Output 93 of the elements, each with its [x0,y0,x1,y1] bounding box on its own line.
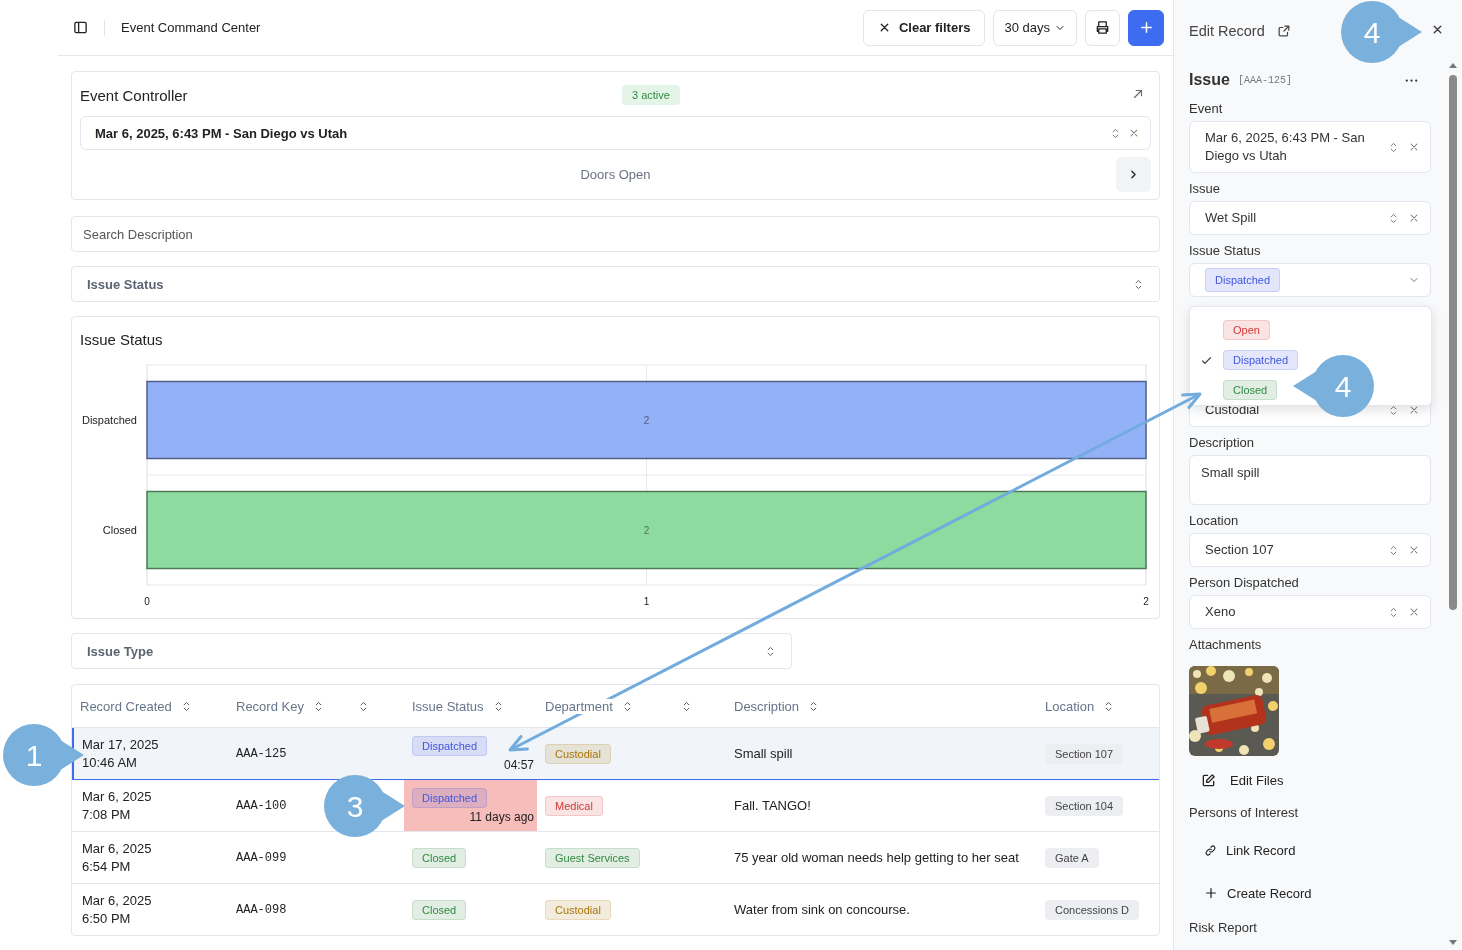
clear-icon [1128,127,1140,139]
record-key: [AAA-125] [1237,74,1292,86]
search-field[interactable]: Search Description [71,216,1160,252]
axis-tick-label: 0 [144,596,150,607]
text-area[interactable]: Small spill [1189,455,1431,505]
field-label: Persons of Interest [1189,805,1300,821]
date-range-button[interactable]: 30 days [993,9,1077,46]
select-field[interactable]: Dispatched [1189,263,1431,297]
callout-tooltip: 3 [323,774,405,838]
link-record-button[interactable]: Link Record [1189,832,1302,868]
card-title: Event Controller [80,86,189,104]
event-select[interactable]: Mar 6, 2025, 6:43 PM - San Diego vs Utah [80,116,1151,150]
table-cell-text: AAA-125 [235,745,288,763]
sidebar-toggle-icon[interactable] [73,20,88,35]
active-count: 3 active [622,85,680,105]
record-type: Issue [1189,71,1230,89]
column-header: Department [545,698,613,714]
location-tag: Section 107 [1045,743,1124,764]
chart-title: Issue Status [79,330,164,349]
clear-filters-button[interactable]: Clear filters [862,9,986,46]
field-label: Person Dispatched [1189,575,1300,591]
axis-tick-label: 2 [1143,596,1149,607]
table-cell-text: Water from sink on concourse. [733,901,911,919]
clear-icon [1408,212,1420,224]
panel-title: Edit Record [1189,23,1265,39]
select-field[interactable]: Xeno [1189,595,1431,629]
print-button[interactable] [1085,9,1120,46]
table-cell-text: Small spill [733,745,794,763]
field-label: Event [1189,101,1224,117]
create-record-button[interactable]: Create Record [1189,875,1318,911]
category-label: Dispatched [81,414,137,426]
callout-tooltip: 4 [1340,0,1422,64]
axis-tick-label: 1 [643,596,650,607]
table-cell-text: Mar 17, 2025 10:46 AM [81,735,160,772]
elapsed-time: 04:57 [503,759,534,771]
printer-icon [1095,20,1110,35]
clear-icon [1408,141,1420,153]
table-cell-text: AAA-099 [235,849,288,867]
select-field[interactable]: Mar 6, 2025, 6:43 PM - San Diego vs Utah [1189,121,1431,173]
status-badge: Dispatched [1205,268,1281,292]
link-icon [1204,843,1217,857]
field-label: Attachments [1189,637,1263,653]
field-label: Issue [1189,181,1222,197]
table-cell-text: Fall. TANGO! [733,797,812,815]
menu-option[interactable]: Open [1190,315,1274,345]
status-badge: Dispatched [412,788,488,808]
select-field[interactable]: Issue Status [71,266,1160,302]
category-label: Closed [102,524,137,536]
status-badge: Open [1223,320,1270,340]
plus-icon [1138,20,1154,35]
select-field[interactable]: Issue Type [71,633,792,669]
department-tag: Custodial [545,899,611,920]
department-tag: Custodial [545,743,611,764]
department-tag: Medical [545,795,603,816]
edit-icon [1201,772,1216,788]
select-field[interactable]: Section 107 [1189,533,1431,567]
table-cell-text: 75 year old woman needs help getting to her seat [733,849,1020,867]
add-button[interactable] [1128,9,1164,46]
table-row[interactable]: Mar 6, 2025 6:50 PM AAA-098 Closed Custodial Water from sink on concourse. Concessions D [72,883,1159,935]
clear-icon [1408,544,1420,556]
status-badge: Closed [1223,380,1278,400]
close-icon[interactable] [1431,23,1444,36]
department-tag: Guest Services [545,847,640,868]
status-badge: Closed [412,847,467,868]
event-phase: Doors Open [580,166,651,182]
location-tag: Concessions D [1045,899,1139,920]
field-label: Description [1189,435,1256,451]
callout-tooltip: 4 [1293,354,1375,418]
table-cell-text: Mar 6, 2025 6:54 PM [81,839,153,876]
clear-icon [1408,606,1420,618]
location-tag: Gate A [1045,847,1099,868]
callout-tooltip: 1 [2,723,84,787]
table-cell-text: Mar 6, 2025 7:08 PM [81,787,153,824]
status-badge: Dispatched [1223,350,1299,370]
location-tag: Section 104 [1045,795,1124,816]
field-label: Location [1189,513,1240,529]
edit-files-button[interactable]: Edit Files [1189,765,1290,795]
status-badge: Closed [412,899,467,920]
table-row[interactable]: Mar 17, 2025 10:46 AM AAA-125 Dispatched 04:57 Custodial Small spill Section 107 [72,727,1159,780]
table-cell-text: AAA-100 [235,797,288,815]
external-link-icon[interactable] [1276,24,1291,38]
select-field[interactable]: Wet Spill [1189,201,1431,235]
field-label: Issue Status [1189,243,1262,259]
data-label: 2 [643,525,650,536]
status-badge: Dispatched [412,736,488,756]
table-cell-text: Mar 6, 2025 6:50 PM [81,891,153,928]
section-label: Risk Report [1189,920,1258,936]
page-title: Event Command Center [121,20,261,35]
data-label: 2 [643,415,650,426]
plus-icon [1204,886,1218,900]
elapsed-time: 11 days ago [469,811,534,823]
table-row[interactable]: Mar 6, 2025 6:54 PM AAA-099 Closed Guest Services 75 year old woman needs help getting to her seat Gate A [72,831,1159,883]
table-cell-text: AAA-098 [235,901,288,919]
